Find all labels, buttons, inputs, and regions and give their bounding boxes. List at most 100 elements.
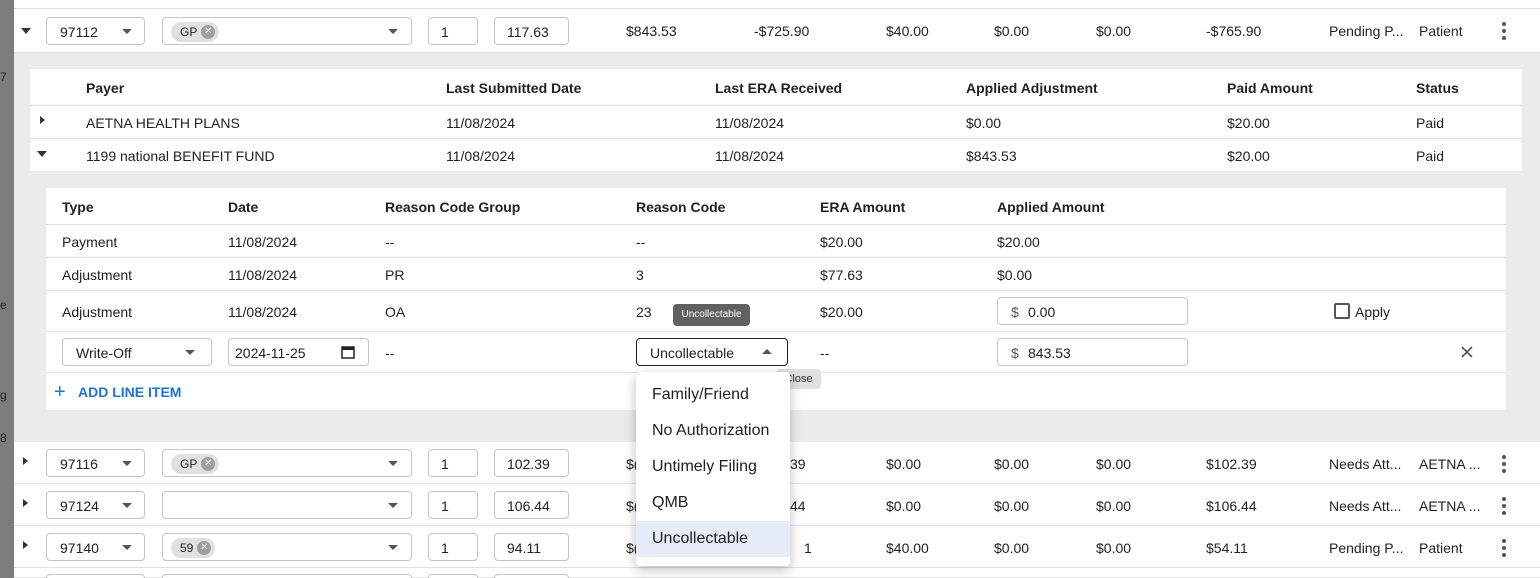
paid-amount: $40.00 bbox=[886, 23, 929, 39]
dropdown-arrow-up-icon bbox=[762, 349, 772, 354]
collapse-chevron-icon[interactable] bbox=[37, 151, 47, 157]
column-header: Payer bbox=[86, 80, 125, 96]
chip-label: GP bbox=[180, 457, 198, 471]
more-vert-icon[interactable] bbox=[1502, 497, 1506, 518]
close-icon[interactable] bbox=[1461, 346, 1473, 358]
amount-col: $0.00 bbox=[1096, 456, 1132, 472]
dropdown-arrow-icon bbox=[185, 350, 195, 355]
expand-chevron-icon[interactable] bbox=[40, 116, 45, 124]
date-input[interactable]: 2024-11-25 bbox=[228, 338, 369, 366]
applied-amount: $0.00 bbox=[997, 267, 1033, 283]
background-text: g bbox=[0, 388, 7, 402]
units-input[interactable]: 1 bbox=[428, 533, 478, 561]
cpt-code-select[interactable]: 97140 bbox=[46, 533, 145, 561]
paid-amount: $0.00 bbox=[886, 456, 922, 472]
calendar-icon[interactable] bbox=[341, 345, 355, 359]
modifier-select[interactable]: GP ✕ bbox=[162, 449, 412, 477]
charge-input[interactable]: 106.44 bbox=[494, 491, 569, 519]
chip-remove-icon[interactable]: ✕ bbox=[201, 457, 216, 471]
modifier-chip[interactable]: GP ✕ bbox=[171, 454, 220, 474]
charge-input[interactable]: 117.63 bbox=[494, 17, 569, 45]
amount-col: $0.00 bbox=[1096, 498, 1132, 514]
era-amount: -- bbox=[820, 345, 830, 361]
column-header: Status bbox=[1416, 80, 1459, 96]
payer-table: Payer Last Submitted Date Last ERA Recei… bbox=[30, 69, 1522, 171]
modifier-select[interactable]: 59 ✕ bbox=[162, 533, 412, 561]
modifier-select[interactable] bbox=[162, 574, 412, 578]
column-header: Date bbox=[228, 199, 259, 215]
modifier-chip[interactable]: 59 ✕ bbox=[171, 538, 216, 558]
date-value: 2024-11-25 bbox=[235, 345, 306, 361]
more-vert-icon[interactable] bbox=[1502, 539, 1506, 560]
more-vert-icon[interactable] bbox=[1502, 455, 1506, 476]
collapse-chevron-icon[interactable] bbox=[21, 28, 31, 34]
reason-code-select[interactable]: Uncollectable bbox=[636, 338, 788, 366]
expand-chevron-icon[interactable] bbox=[23, 499, 28, 507]
apply-checkbox[interactable] bbox=[1334, 303, 1350, 319]
column-header: Reason Code bbox=[636, 199, 726, 215]
modifier-select[interactable] bbox=[162, 491, 412, 519]
cpt-code-value: 97112 bbox=[60, 24, 98, 40]
units-input[interactable]: 1 bbox=[428, 17, 478, 45]
cpt-code-select[interactable] bbox=[46, 574, 145, 578]
cpt-code-select[interactable]: 97124 bbox=[46, 491, 145, 519]
line-type-select[interactable]: Write-Off bbox=[62, 338, 212, 366]
charge-row-expanded[interactable]: 97112 GP ✕ 1 117.63 $843.53 -$725.90 $40.… bbox=[14, 9, 1540, 53]
column-header: Paid Amount bbox=[1227, 80, 1313, 96]
applied-amount: $20.00 bbox=[997, 234, 1040, 250]
chip-remove-icon[interactable]: ✕ bbox=[197, 541, 212, 555]
applied-amount-input[interactable]: $ 0.00 bbox=[997, 297, 1188, 325]
currency-symbol: $ bbox=[1011, 345, 1019, 361]
amount-col: $0.00 bbox=[1096, 540, 1132, 556]
charge-value: 102.39 bbox=[507, 456, 550, 472]
menu-option-family-friend[interactable]: Family/Friend bbox=[636, 377, 790, 413]
cpt-code-select[interactable]: 97116 bbox=[46, 449, 145, 477]
expand-chevron-icon[interactable] bbox=[23, 541, 28, 549]
add-icon[interactable]: + bbox=[54, 381, 66, 404]
cpt-code-value: 97116 bbox=[60, 456, 98, 472]
cpt-code-select[interactable]: 97112 bbox=[46, 17, 145, 45]
reason-code-value: Uncollectable bbox=[650, 345, 735, 361]
expand-chevron-icon[interactable] bbox=[23, 457, 28, 465]
charge-value: 117.63 bbox=[507, 24, 549, 40]
divider bbox=[46, 290, 1506, 291]
adjustment-amount: -$725.90 bbox=[754, 23, 810, 39]
units-input[interactable]: 1 bbox=[428, 491, 478, 519]
balance-amount: $106.44 bbox=[1206, 498, 1257, 514]
amount-col: $0.00 bbox=[994, 498, 1030, 514]
status-text: Pending P... bbox=[1329, 23, 1404, 39]
currency-symbol: $ bbox=[1011, 304, 1019, 320]
line-type: Adjustment bbox=[62, 304, 133, 320]
menu-option-untimely-filing[interactable]: Untimely Filing bbox=[636, 449, 790, 485]
background-left-strip: 7 e g 8 bbox=[0, 0, 14, 578]
chip-remove-icon[interactable]: ✕ bbox=[201, 25, 216, 39]
line-date: 11/08/2024 bbox=[228, 304, 298, 320]
charge-input[interactable]: 94.11 bbox=[494, 533, 569, 561]
background-text: 7 bbox=[0, 70, 7, 84]
applied-amount-input[interactable]: $ 843.53 bbox=[997, 338, 1188, 366]
reason-tooltip: Uncollectable bbox=[673, 304, 750, 326]
menu-option-no-authorization[interactable]: No Authorization bbox=[636, 413, 790, 449]
dropdown-arrow-icon bbox=[122, 545, 132, 550]
amount-col: $0.00 bbox=[994, 540, 1030, 556]
charge-input[interactable] bbox=[494, 574, 569, 578]
modifier-select[interactable]: GP ✕ bbox=[162, 17, 412, 45]
units-value: 1 bbox=[441, 24, 449, 40]
responsible-party: AETNA ... bbox=[1419, 498, 1481, 514]
table-cell: 11/08/2024 bbox=[715, 148, 785, 164]
column-header: Reason Code Group bbox=[385, 199, 521, 215]
more-vert-icon[interactable] bbox=[1502, 22, 1506, 43]
add-line-item-button[interactable]: ADD LINE ITEM bbox=[78, 384, 181, 400]
menu-option-uncollectable[interactable]: Uncollectable bbox=[636, 521, 790, 557]
table-cell: $20.00 bbox=[1227, 148, 1270, 164]
units-value: 1 bbox=[441, 540, 449, 556]
modifier-chip[interactable]: GP ✕ bbox=[171, 22, 220, 42]
units-input[interactable]: 1 bbox=[428, 449, 478, 477]
menu-option-qmb[interactable]: QMB bbox=[636, 485, 790, 521]
column-header: Last Submitted Date bbox=[446, 80, 582, 96]
charge-input[interactable]: 102.39 bbox=[494, 449, 569, 477]
dropdown-arrow-icon bbox=[388, 461, 398, 466]
units-input[interactable] bbox=[428, 574, 478, 578]
cpt-code-value: 97124 bbox=[60, 498, 99, 514]
dropdown-arrow-icon bbox=[122, 461, 132, 466]
